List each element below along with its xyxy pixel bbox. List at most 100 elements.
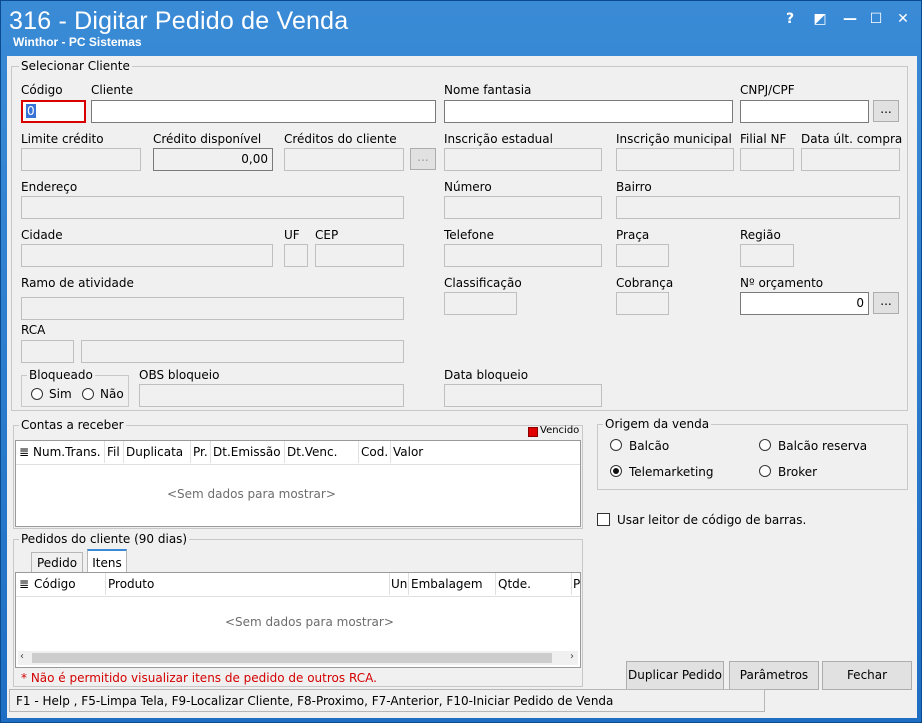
scrollbar-thumb[interactable] bbox=[32, 653, 552, 663]
col-num-trans[interactable]: Num.Trans. bbox=[33, 445, 101, 459]
codigo-value: 0 bbox=[26, 104, 36, 118]
creditos-cliente-label: Créditos do cliente bbox=[284, 132, 397, 146]
praca-label: Praça bbox=[616, 228, 650, 242]
minimize-icon[interactable]: — bbox=[841, 11, 859, 27]
maximize-icon[interactable]: ☐ bbox=[867, 11, 885, 27]
grid-menu-icon[interactable]: ≣ bbox=[19, 577, 29, 591]
codigo-input[interactable]: 0 bbox=[21, 100, 86, 123]
origem-telemarketing-radio[interactable] bbox=[610, 465, 622, 477]
credito-disponivel-field: 0,00 bbox=[153, 148, 273, 171]
fechar-button[interactable]: Fechar bbox=[822, 661, 912, 690]
orcamento-search-button[interactable]: ... bbox=[873, 292, 899, 314]
window-frame: 316 - Digitar Pedido de Venda Winthor - … bbox=[0, 0, 922, 723]
pedidos-empty-text: <Sem dados para mostrar> bbox=[225, 615, 394, 629]
col-embalagem[interactable]: Embalagem bbox=[411, 577, 483, 591]
vencido-label: Vencido bbox=[540, 425, 580, 436]
limite-credito-label: Limite crédito bbox=[21, 132, 104, 146]
numero-field bbox=[444, 196, 602, 219]
col-dt-venc[interactable]: Dt.Venc. bbox=[287, 445, 337, 459]
col-codigo[interactable]: Código bbox=[34, 577, 76, 591]
data-bloqueio-label: Data bloqueio bbox=[444, 368, 529, 382]
pedidos-cliente-title: Pedidos do cliente (90 dias) bbox=[19, 532, 190, 546]
barcode-label: Usar leitor de código de barras. bbox=[617, 513, 807, 527]
orcamento-label: Nº orçamento bbox=[740, 276, 824, 290]
col-duplicata[interactable]: Duplicata bbox=[126, 445, 183, 459]
origem-balcao-reserva-radio[interactable] bbox=[759, 439, 771, 451]
filial-nf-field bbox=[740, 148, 794, 171]
orcamento-input[interactable]: 0 bbox=[740, 292, 869, 315]
inscricao-estadual-field bbox=[444, 148, 602, 171]
origem-venda-group bbox=[597, 424, 908, 490]
duplicar-pedido-button[interactable]: Duplicar Pedido bbox=[626, 661, 724, 690]
col-divider bbox=[495, 573, 496, 595]
cliente-input[interactable] bbox=[91, 100, 436, 123]
col-un[interactable]: Un bbox=[391, 577, 407, 591]
help-icon[interactable]: ? bbox=[781, 11, 799, 27]
bloqueado-nao-radio[interactable] bbox=[82, 388, 94, 400]
inscricao-municipal-label: Inscrição municipal bbox=[616, 132, 732, 146]
uf-field bbox=[284, 244, 308, 267]
vencido-color-swatch bbox=[528, 427, 538, 437]
horizontal-scrollbar[interactable]: ‹ › bbox=[18, 651, 578, 665]
data-ult-compra-label: Data últ. compra bbox=[801, 132, 903, 146]
col-produto[interactable]: Produto bbox=[108, 577, 154, 591]
col-divider bbox=[389, 573, 390, 595]
nome-fantasia-label: Nome fantasia bbox=[444, 83, 532, 97]
telefone-field bbox=[444, 244, 602, 267]
barcode-checkbox[interactable] bbox=[597, 513, 610, 526]
title-bar[interactable]: 316 - Digitar Pedido de Venda Winthor - … bbox=[1, 1, 921, 53]
rca-name-field bbox=[81, 340, 404, 363]
contas-receber-grid[interactable]: ≣ Num.Trans. Fil Duplicata Pr. Dt.Emissã… bbox=[15, 440, 581, 527]
codigo-label: Código bbox=[21, 83, 63, 97]
data-bloqueio-field bbox=[444, 384, 602, 407]
nome-fantasia-input[interactable] bbox=[444, 100, 733, 123]
close-icon[interactable]: ✕ bbox=[894, 11, 912, 27]
tab-itens[interactable]: Itens bbox=[87, 549, 127, 572]
classificacao-label: Classificação bbox=[444, 276, 522, 290]
ramo-atividade-label: Ramo de atividade bbox=[21, 276, 134, 290]
pedidos-warning: * Não é permitido visualizar itens de pe… bbox=[21, 671, 377, 685]
creditos-cliente-button[interactable]: ... bbox=[410, 148, 436, 170]
theme-icon[interactable]: ◩ bbox=[811, 11, 829, 27]
col-fil[interactable]: Fil bbox=[107, 445, 120, 459]
scroll-right-icon[interactable]: › bbox=[570, 651, 574, 662]
classificacao-field bbox=[444, 292, 517, 315]
uf-label: UF bbox=[284, 228, 300, 242]
cnpj-search-button[interactable]: ... bbox=[873, 100, 899, 122]
col-divider bbox=[210, 441, 211, 463]
col-divider bbox=[358, 441, 359, 463]
parametros-button[interactable]: Parâmetros bbox=[729, 661, 819, 690]
col-divider bbox=[390, 441, 391, 463]
ramo-atividade-field bbox=[21, 297, 404, 320]
creditos-cliente-field bbox=[284, 148, 404, 171]
origem-telemarketing-label: Telemarketing bbox=[629, 465, 714, 479]
origem-balcao-radio[interactable] bbox=[610, 439, 622, 451]
col-p[interactable]: P bbox=[573, 577, 581, 591]
grid-menu-icon[interactable]: ≣ bbox=[19, 445, 29, 459]
endereco-field bbox=[21, 196, 404, 219]
col-valor[interactable]: Valor bbox=[393, 445, 423, 459]
bloqueado-sim-radio[interactable] bbox=[31, 388, 43, 400]
bloqueado-title: Bloqueado bbox=[27, 368, 95, 382]
col-divider bbox=[123, 441, 124, 463]
rca-code-field bbox=[21, 340, 74, 363]
endereco-label: Endereço bbox=[21, 180, 78, 194]
pedidos-grid[interactable]: ≣ Código Produto Un Embalagem Qtde. P <S… bbox=[15, 572, 581, 668]
cnpj-input[interactable] bbox=[740, 100, 869, 123]
col-qtde[interactable]: Qtde. bbox=[498, 577, 531, 591]
filial-nf-label: Filial NF bbox=[740, 132, 787, 146]
numero-label: Número bbox=[444, 180, 492, 194]
origem-broker-radio[interactable] bbox=[759, 465, 771, 477]
col-dt-emissao[interactable]: Dt.Emissão bbox=[213, 445, 281, 459]
scroll-left-icon[interactable]: ‹ bbox=[20, 651, 24, 662]
bairro-label: Bairro bbox=[616, 180, 652, 194]
cep-label: CEP bbox=[315, 228, 339, 242]
col-cod[interactable]: Cod. bbox=[361, 445, 388, 459]
tab-pedido[interactable]: Pedido bbox=[31, 552, 83, 572]
col-divider bbox=[571, 573, 572, 595]
obs-bloqueio-label: OBS bloqueio bbox=[139, 368, 220, 382]
col-pr[interactable]: Pr. bbox=[193, 445, 208, 459]
cep-field bbox=[315, 244, 404, 267]
contas-receber-title: Contas a receber bbox=[19, 418, 126, 432]
cliente-label: Cliente bbox=[91, 83, 134, 97]
